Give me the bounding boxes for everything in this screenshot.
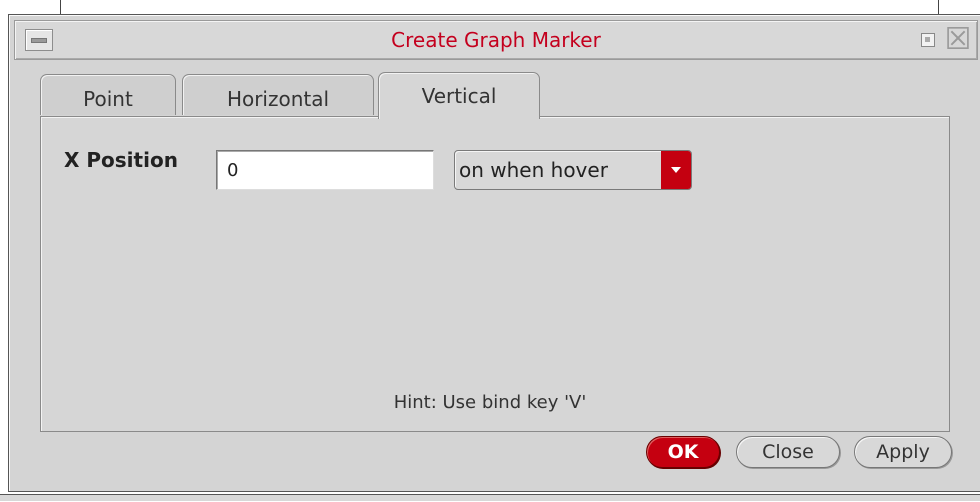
title-bar[interactable]: Create Graph Marker ☒ [14, 20, 978, 60]
minimize-icon[interactable] [921, 33, 935, 47]
x-position-input[interactable] [216, 150, 434, 190]
tab-horizontal[interactable]: Horizontal [182, 74, 374, 115]
tab-label: Vertical [421, 84, 497, 108]
x-position-label: X Position [64, 148, 178, 172]
window-bottom-edge [0, 494, 980, 501]
tab-vertical[interactable]: Vertical [378, 72, 540, 119]
background-line [938, 0, 939, 14]
display-mode-value: on when hover [459, 158, 608, 182]
close-button[interactable]: Close [736, 436, 840, 468]
window-title: Create Graph Marker [391, 28, 601, 52]
apply-button[interactable]: Apply [854, 436, 952, 468]
close-icon[interactable]: ☒ [943, 25, 973, 55]
ok-button[interactable]: OK [646, 436, 720, 468]
background-line [60, 0, 61, 14]
dropdown-arrow-icon[interactable] [661, 151, 691, 189]
display-mode-select[interactable]: on when hover [454, 150, 692, 190]
tab-label: Point [83, 87, 133, 111]
hint-text: Hint: Use bind key 'V' [393, 392, 587, 413]
tab-label: Horizontal [226, 87, 330, 111]
tab-point[interactable]: Point [40, 74, 176, 115]
